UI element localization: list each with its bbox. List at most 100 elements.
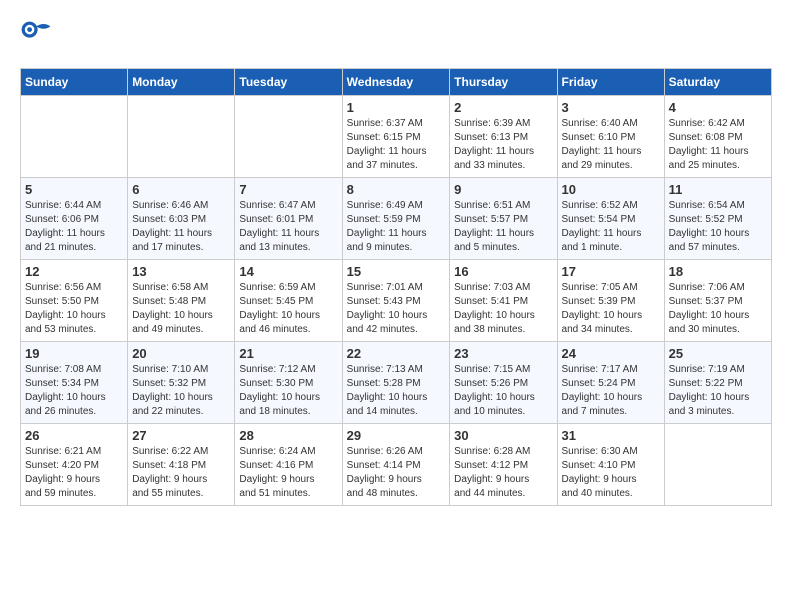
day-number: 22	[347, 346, 446, 361]
calendar-cell: 30 Sunrise: 6:28 AM Sunset: 4:12 PM Dayli…	[450, 424, 557, 506]
calendar-cell: 28 Sunrise: 6:24 AM Sunset: 4:16 PM Dayli…	[235, 424, 342, 506]
day-number: 17	[562, 264, 660, 279]
day-header-tuesday: Tuesday	[235, 69, 342, 96]
calendar-week-row: 12 Sunrise: 6:56 AM Sunset: 5:50 PM Dayli…	[21, 260, 772, 342]
day-number: 1	[347, 100, 446, 115]
day-info: Sunrise: 6:56 AM Sunset: 5:50 PM Dayligh…	[25, 281, 123, 337]
calendar-cell: 11 Sunrise: 6:54 AM Sunset: 5:52 PM Dayli…	[664, 178, 771, 260]
calendar-table: SundayMondayTuesdayWednesdayThursdayFrid…	[20, 68, 772, 506]
day-number: 27	[132, 428, 230, 443]
day-number: 18	[669, 264, 767, 279]
calendar-cell: 4Sunrise: 6:42 AM Sunset: 6:08 PM Daylig…	[664, 96, 771, 178]
day-info: Sunrise: 6:28 AM Sunset: 4:12 PM Dayligh…	[454, 445, 552, 501]
calendar-cell: 9 Sunrise: 6:51 AM Sunset: 5:57 PM Daylig…	[450, 178, 557, 260]
day-info: Sunrise: 6:49 AM Sunset: 5:59 PM Dayligh…	[347, 199, 446, 255]
day-number: 29	[347, 428, 446, 443]
calendar-cell: 12 Sunrise: 6:56 AM Sunset: 5:50 PM Dayli…	[21, 260, 128, 342]
day-number: 2	[454, 100, 552, 115]
calendar-cell: 5 Sunrise: 6:44 AM Sunset: 6:06 PM Daylig…	[21, 178, 128, 260]
day-info: Sunrise: 7:06 AM Sunset: 5:37 PM Dayligh…	[669, 281, 767, 337]
calendar-cell: 21 Sunrise: 7:12 AM Sunset: 5:30 PM Dayli…	[235, 342, 342, 424]
day-number: 11	[669, 182, 767, 197]
day-header-saturday: Saturday	[664, 69, 771, 96]
day-info: Sunrise: 7:05 AM Sunset: 5:39 PM Dayligh…	[562, 281, 660, 337]
day-info: Sunrise: 6:30 AM Sunset: 4:10 PM Dayligh…	[562, 445, 660, 501]
day-info: Sunrise: 6:40 AM Sunset: 6:10 PM Dayligh…	[562, 117, 660, 173]
calendar-cell: 8 Sunrise: 6:49 AM Sunset: 5:59 PM Daylig…	[342, 178, 450, 260]
day-info: Sunrise: 6:42 AM Sunset: 6:08 PM Dayligh…	[669, 117, 767, 173]
calendar-week-row: 5 Sunrise: 6:44 AM Sunset: 6:06 PM Daylig…	[21, 178, 772, 260]
calendar-cell: 20Sunrise: 7:10 AM Sunset: 5:32 PM Dayli…	[128, 342, 235, 424]
day-number: 24	[562, 346, 660, 361]
day-info: Sunrise: 7:15 AM Sunset: 5:26 PM Dayligh…	[454, 363, 552, 419]
calendar-cell: 7Sunrise: 6:47 AM Sunset: 6:01 PM Daylig…	[235, 178, 342, 260]
calendar-week-row: 26Sunrise: 6:21 AM Sunset: 4:20 PM Dayli…	[21, 424, 772, 506]
day-info: Sunrise: 6:52 AM Sunset: 5:54 PM Dayligh…	[562, 199, 660, 255]
calendar-cell: 31 Sunrise: 6:30 AM Sunset: 4:10 PM Dayli…	[557, 424, 664, 506]
day-number: 31	[562, 428, 660, 443]
calendar-week-row: 1 Sunrise: 6:37 AM Sunset: 6:15 PM Daylig…	[21, 96, 772, 178]
day-header-friday: Friday	[557, 69, 664, 96]
day-info: Sunrise: 7:01 AM Sunset: 5:43 PM Dayligh…	[347, 281, 446, 337]
day-info: Sunrise: 6:46 AM Sunset: 6:03 PM Dayligh…	[132, 199, 230, 255]
day-number: 15	[347, 264, 446, 279]
calendar-cell: 17 Sunrise: 7:05 AM Sunset: 5:39 PM Dayli…	[557, 260, 664, 342]
day-number: 5	[25, 182, 123, 197]
calendar-cell: 16 Sunrise: 7:03 AM Sunset: 5:41 PM Dayli…	[450, 260, 557, 342]
calendar-cell: 1 Sunrise: 6:37 AM Sunset: 6:15 PM Daylig…	[342, 96, 450, 178]
calendar-cell: 26Sunrise: 6:21 AM Sunset: 4:20 PM Dayli…	[21, 424, 128, 506]
calendar-cell: 23 Sunrise: 7:15 AM Sunset: 5:26 PM Dayli…	[450, 342, 557, 424]
day-header-monday: Monday	[128, 69, 235, 96]
day-info: Sunrise: 6:58 AM Sunset: 5:48 PM Dayligh…	[132, 281, 230, 337]
day-info: Sunrise: 6:22 AM Sunset: 4:18 PM Dayligh…	[132, 445, 230, 501]
day-number: 6	[132, 182, 230, 197]
calendar-cell: 29 Sunrise: 6:26 AM Sunset: 4:14 PM Dayli…	[342, 424, 450, 506]
day-number: 3	[562, 100, 660, 115]
calendar-week-row: 19Sunrise: 7:08 AM Sunset: 5:34 PM Dayli…	[21, 342, 772, 424]
calendar-cell: 24 Sunrise: 7:17 AM Sunset: 5:24 PM Dayli…	[557, 342, 664, 424]
day-info: Sunrise: 7:17 AM Sunset: 5:24 PM Dayligh…	[562, 363, 660, 419]
day-number: 14	[239, 264, 337, 279]
calendar-cell: 2 Sunrise: 6:39 AM Sunset: 6:13 PM Daylig…	[450, 96, 557, 178]
day-number: 13	[132, 264, 230, 279]
calendar-cell: 22 Sunrise: 7:13 AM Sunset: 5:28 PM Dayli…	[342, 342, 450, 424]
day-number: 21	[239, 346, 337, 361]
calendar-cell: 25Sunrise: 7:19 AM Sunset: 5:22 PM Dayli…	[664, 342, 771, 424]
calendar-cell: 13 Sunrise: 6:58 AM Sunset: 5:48 PM Dayli…	[128, 260, 235, 342]
logo-icon	[20, 20, 52, 52]
day-info: Sunrise: 6:21 AM Sunset: 4:20 PM Dayligh…	[25, 445, 123, 501]
day-info: Sunrise: 6:44 AM Sunset: 6:06 PM Dayligh…	[25, 199, 123, 255]
day-number: 12	[25, 264, 123, 279]
day-header-sunday: Sunday	[21, 69, 128, 96]
calendar-cell	[128, 96, 235, 178]
day-info: Sunrise: 6:24 AM Sunset: 4:16 PM Dayligh…	[239, 445, 337, 501]
day-number: 30	[454, 428, 552, 443]
calendar-cell	[664, 424, 771, 506]
day-info: Sunrise: 6:39 AM Sunset: 6:13 PM Dayligh…	[454, 117, 552, 173]
calendar-cell: 19Sunrise: 7:08 AM Sunset: 5:34 PM Dayli…	[21, 342, 128, 424]
day-number: 25	[669, 346, 767, 361]
day-number: 10	[562, 182, 660, 197]
logo	[20, 20, 56, 52]
calendar-cell: 10 Sunrise: 6:52 AM Sunset: 5:54 PM Dayli…	[557, 178, 664, 260]
day-info: Sunrise: 6:54 AM Sunset: 5:52 PM Dayligh…	[669, 199, 767, 255]
page-header	[20, 20, 772, 52]
day-number: 19	[25, 346, 123, 361]
day-number: 28	[239, 428, 337, 443]
day-info: Sunrise: 7:13 AM Sunset: 5:28 PM Dayligh…	[347, 363, 446, 419]
day-header-wednesday: Wednesday	[342, 69, 450, 96]
day-info: Sunrise: 7:12 AM Sunset: 5:30 PM Dayligh…	[239, 363, 337, 419]
day-info: Sunrise: 6:51 AM Sunset: 5:57 PM Dayligh…	[454, 199, 552, 255]
day-info: Sunrise: 7:03 AM Sunset: 5:41 PM Dayligh…	[454, 281, 552, 337]
day-info: Sunrise: 6:37 AM Sunset: 6:15 PM Dayligh…	[347, 117, 446, 173]
calendar-cell: 6 Sunrise: 6:46 AM Sunset: 6:03 PM Daylig…	[128, 178, 235, 260]
day-number: 8	[347, 182, 446, 197]
day-number: 16	[454, 264, 552, 279]
day-number: 23	[454, 346, 552, 361]
day-header-thursday: Thursday	[450, 69, 557, 96]
day-number: 9	[454, 182, 552, 197]
calendar-header-row: SundayMondayTuesdayWednesdayThursdayFrid…	[21, 69, 772, 96]
calendar-cell: 18 Sunrise: 7:06 AM Sunset: 5:37 PM Dayli…	[664, 260, 771, 342]
day-info: Sunrise: 6:26 AM Sunset: 4:14 PM Dayligh…	[347, 445, 446, 501]
day-number: 7	[239, 182, 337, 197]
